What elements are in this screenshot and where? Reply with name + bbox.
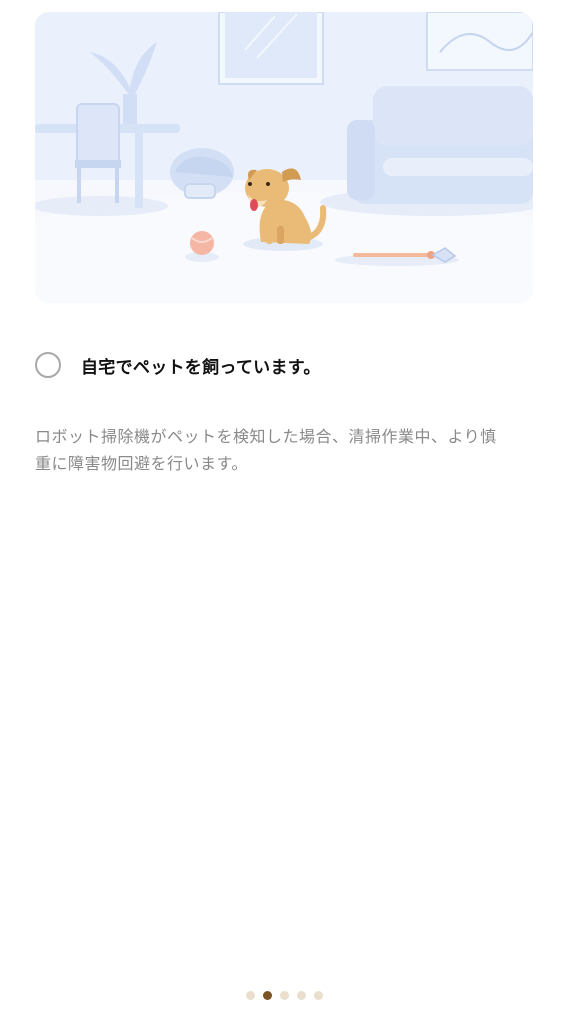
description-line-1: ロボット掃除機がペットを検知した場合、清掃作業中、より慎	[35, 427, 497, 446]
option-label: 自宅でペットを飼っています。	[81, 357, 321, 378]
pet-owner-option[interactable]: 自宅でペットを飼っています。	[35, 349, 321, 381]
description-line-2: 重に障害物回避を行います。	[35, 454, 248, 473]
description-text: ロボット掃除機がペットを検知した場合、清掃作業中、より慎 重に障害物回避を行いま…	[35, 423, 535, 477]
page-dot[interactable]	[245, 991, 255, 1000]
page-dot[interactable]	[313, 991, 323, 1000]
page-dot[interactable]	[296, 991, 306, 1000]
page-indicator	[0, 991, 568, 1000]
pet-room-illustration	[35, 12, 533, 303]
page-dot[interactable]	[279, 991, 289, 1000]
radio-button[interactable]	[35, 352, 61, 378]
page-dot-active[interactable]	[262, 991, 272, 1000]
